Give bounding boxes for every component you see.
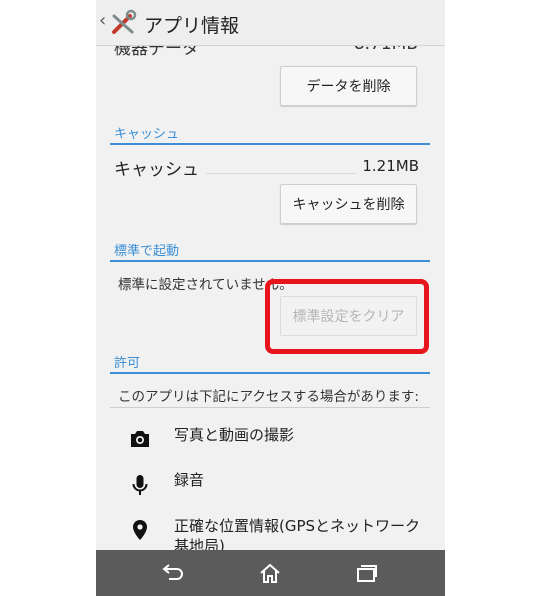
cache-label: キャッシュ xyxy=(114,160,199,180)
storage-value: 8.71MB xyxy=(354,46,418,54)
permission-item-label: 録音 xyxy=(174,471,205,489)
clear-data-button[interactable]: データを削除 xyxy=(280,66,417,106)
cache-section-header: キャッシュ xyxy=(114,127,180,142)
highlight-annotation xyxy=(265,279,429,354)
camera-icon xyxy=(131,431,149,447)
permissions-section-header: 許可 xyxy=(114,356,141,371)
cache-value: 1.21MB xyxy=(362,157,419,175)
tools-icon[interactable] xyxy=(108,8,138,38)
storage-label: 機器データ xyxy=(114,46,199,59)
location-pin-icon xyxy=(133,520,147,540)
permissions-divider xyxy=(110,372,430,374)
back-icon[interactable] xyxy=(160,562,184,584)
cache-section-divider xyxy=(110,143,430,145)
clear-cache-button[interactable]: キャッシュを削除 xyxy=(280,184,417,224)
storage-row: 機器データ 8.71MB xyxy=(114,46,428,59)
home-icon[interactable] xyxy=(258,562,282,584)
permission-item-label: 写真と動画の撮影 xyxy=(174,426,295,444)
permissions-intro: このアプリは下記にアクセスする場合があります: xyxy=(118,389,419,405)
back-chevron-icon[interactable]: ‹ xyxy=(99,10,106,31)
microphone-icon xyxy=(132,475,148,495)
permission-item-label: 正確な位置情報(GPSとネットワーク基地局) xyxy=(174,517,421,550)
launch-default-section-header: 標準で起動 xyxy=(114,244,180,259)
permissions-intro-divider xyxy=(110,407,430,408)
navigation-bar xyxy=(96,550,445,596)
title-bar: ‹ アプリ情報 xyxy=(96,0,445,46)
recents-icon[interactable] xyxy=(355,562,379,584)
launch-default-divider xyxy=(110,260,430,262)
page-title: アプリ情報 xyxy=(144,15,240,37)
cache-dotted-line xyxy=(206,173,356,174)
